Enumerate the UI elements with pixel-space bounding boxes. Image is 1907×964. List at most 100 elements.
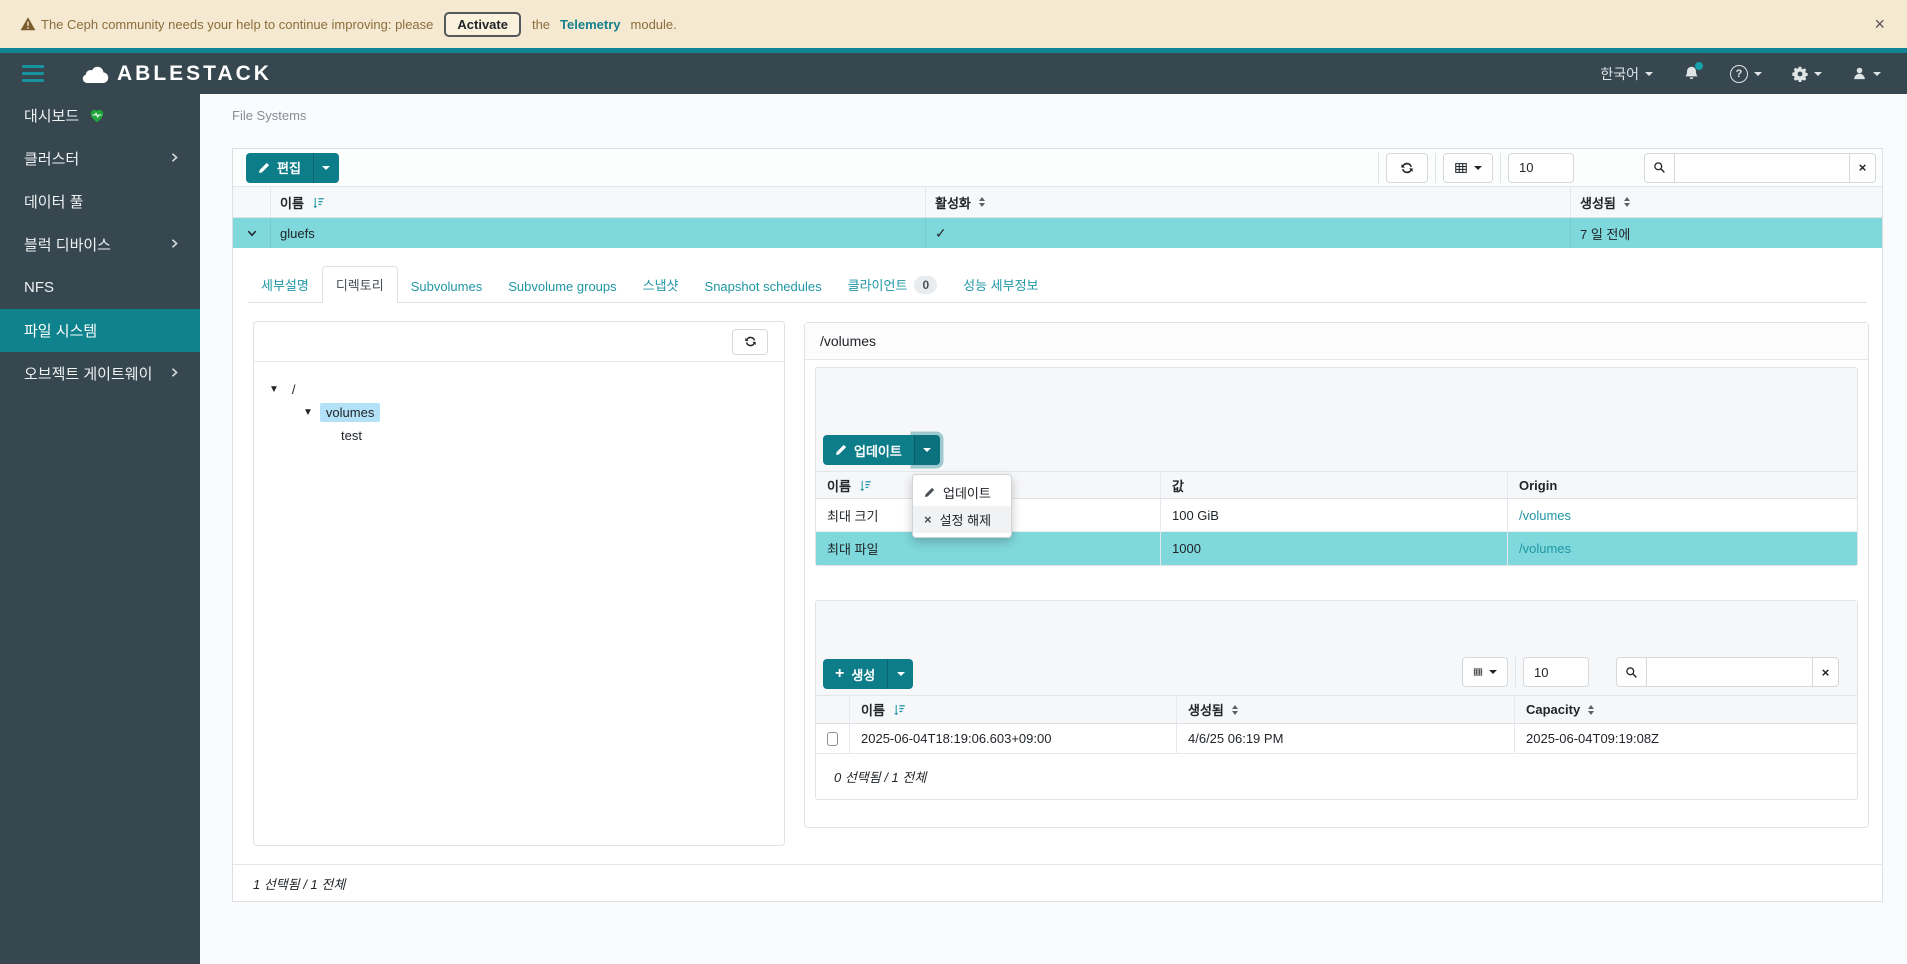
tab-details[interactable]: 세부설명: [248, 267, 322, 302]
update-button[interactable]: 업데이트: [823, 435, 914, 465]
col-label: 활성화: [935, 195, 971, 211]
sort-icon: [978, 197, 985, 207]
origin-link[interactable]: /volumes: [1519, 541, 1571, 556]
banner-text-mid: the: [531, 16, 551, 32]
user-dropdown[interactable]: [1852, 66, 1881, 81]
notifications-button[interactable]: [1683, 62, 1703, 82]
tree-node-label[interactable]: test: [335, 426, 368, 445]
sidebar-item-nfs[interactable]: NFS: [0, 266, 200, 309]
clear-search-button[interactable]: ×: [1849, 152, 1876, 183]
col-header-enabled[interactable]: 활성화: [926, 187, 1571, 217]
notification-dot: [1695, 62, 1703, 70]
edit-button[interactable]: 편집: [246, 152, 313, 183]
snap-search-input[interactable]: [1647, 657, 1812, 687]
sidebar-item-label: 데이터 풀: [24, 194, 84, 211]
tree-node-test[interactable]: test: [335, 424, 784, 447]
language-dropdown[interactable]: 한국어: [1600, 64, 1653, 84]
cell-snapshot-capacity: 2025-06-04T09:19:08Z: [1526, 731, 1659, 746]
snap-col-created[interactable]: 생성됨: [1177, 696, 1515, 723]
settings-dropdown[interactable]: [1792, 66, 1822, 82]
pencil-icon: [835, 444, 847, 456]
sidebar-item-pools[interactable]: 데이터 풀: [0, 180, 200, 223]
edit-caret-button[interactable]: [312, 152, 339, 183]
chevron-down-icon: [923, 448, 932, 452]
sort-amount-down-icon: [312, 196, 325, 209]
page-size-input[interactable]: [1508, 152, 1574, 183]
banner-close-icon[interactable]: ×: [1866, 13, 1893, 35]
tree-node-volumes[interactable]: ▼ volumes: [303, 401, 784, 424]
search-group: ×: [1644, 152, 1876, 183]
update-caret-button[interactable]: [913, 435, 940, 465]
sidebar-item-dashboard[interactable]: 대시보드: [0, 94, 200, 137]
brand-logo[interactable]: ABLESTACK: [80, 62, 272, 86]
tab-subvolume-groups[interactable]: Subvolume groups: [495, 271, 629, 302]
chevron-down-icon: [1645, 71, 1653, 76]
col-header-created[interactable]: 생성됨: [1571, 187, 1882, 217]
column-toggle-button[interactable]: [1443, 152, 1493, 183]
sidebar-item-filesystems[interactable]: 파일 시스템: [0, 309, 200, 352]
tab-snapshots[interactable]: 스냅샷: [630, 267, 692, 302]
refresh-button[interactable]: [1386, 152, 1428, 183]
sidebar-item-block[interactable]: 블럭 디바이스: [0, 223, 200, 266]
menu-item-update[interactable]: 업데이트: [913, 479, 1011, 506]
quota-toolbar: 업데이트: [816, 368, 1857, 471]
snap-column-toggle-button[interactable]: [1462, 657, 1508, 687]
tree-node-label-selected[interactable]: volumes: [319, 403, 381, 422]
sidebar-nav: 대시보드 클러스터 데이터 풀 블럭 디바이스 NFS 파일 시스템 오브젝트 …: [0, 94, 200, 964]
tree-expand-icon[interactable]: ▼: [269, 384, 279, 395]
cloud-logo-icon: [80, 64, 110, 83]
chevron-down-icon: [247, 230, 256, 237]
snap-search-icon-button[interactable]: [1616, 657, 1647, 687]
update-dropdown-menu: 업데이트 × 설정 해제: [912, 474, 1012, 538]
snapshot-row[interactable]: 2025-06-04T18:19:06.603+09:00 4/6/25 06:…: [816, 724, 1857, 754]
search-icon-button[interactable]: [1644, 152, 1675, 183]
create-caret-button[interactable]: [887, 659, 914, 689]
snap-clear-search-button[interactable]: ×: [1812, 657, 1839, 687]
toolbar-divider: [1500, 152, 1501, 183]
tab-performance[interactable]: 성능 세부정보: [950, 267, 1051, 302]
row-expand-toggle[interactable]: [233, 218, 271, 248]
tree-node-root[interactable]: ▼ /: [269, 378, 784, 401]
chevron-down-icon: [1474, 165, 1482, 170]
menu-item-label: 업데이트: [943, 486, 991, 501]
warning-icon: [20, 16, 36, 32]
help-dropdown[interactable]: ?: [1730, 64, 1762, 83]
tree-expand-icon[interactable]: ▼: [303, 407, 313, 418]
tree-node-label[interactable]: /: [286, 380, 302, 399]
tab-directories[interactable]: 디렉토리: [321, 266, 398, 303]
breadcrumb[interactable]: File Systems: [232, 108, 306, 123]
snap-page-size-input[interactable]: [1523, 657, 1589, 687]
sidebar-item-object-gateway[interactable]: 오브젝트 게이트웨이: [0, 352, 200, 395]
tree-refresh-button[interactable]: [732, 328, 768, 355]
snap-col-capacity[interactable]: Capacity: [1515, 696, 1857, 723]
directory-tree-panel: ▼ / ▼ volumes test: [253, 321, 785, 846]
chevron-down-icon: [1754, 71, 1762, 76]
toolbar-divider: [1515, 657, 1516, 687]
tab-clients[interactable]: 클라이언트 0: [835, 267, 951, 302]
col-label: 생성됨: [1188, 703, 1224, 718]
create-split-button: + 생성: [823, 659, 914, 689]
update-split-button: 업데이트: [823, 435, 940, 465]
chevron-right-icon: [169, 150, 180, 167]
snap-col-name[interactable]: 이름: [850, 696, 1177, 723]
create-button[interactable]: + 생성: [823, 659, 888, 689]
origin-link[interactable]: /volumes: [1519, 508, 1571, 523]
activate-button[interactable]: Activate: [444, 11, 521, 37]
sort-amount-down-icon: [859, 479, 872, 492]
telemetry-link[interactable]: Telemetry: [560, 17, 620, 32]
toolbar-right: ×: [1371, 152, 1876, 183]
sidebar-item-cluster[interactable]: 클러스터: [0, 137, 200, 180]
menu-toggle-icon[interactable]: [22, 65, 44, 82]
cell-quota-value: 100 GiB: [1161, 499, 1508, 531]
col-label: 이름: [861, 703, 885, 718]
chevron-down-icon: [322, 165, 331, 170]
tab-snapshot-schedules[interactable]: Snapshot schedules: [692, 271, 835, 302]
menu-item-unset[interactable]: × 설정 해제: [913, 506, 1011, 533]
col-header-name[interactable]: 이름: [271, 187, 926, 217]
tab-subvolumes[interactable]: Subvolumes: [398, 271, 496, 302]
search-input[interactable]: [1675, 152, 1849, 183]
sort-icon: [1588, 704, 1595, 715]
row-checkbox[interactable]: [827, 731, 838, 746]
table-row-gluefs[interactable]: gluefs ✓ 7 일 전에: [233, 218, 1882, 248]
cell-snapshot-created: 4/6/25 06:19 PM: [1177, 724, 1515, 753]
